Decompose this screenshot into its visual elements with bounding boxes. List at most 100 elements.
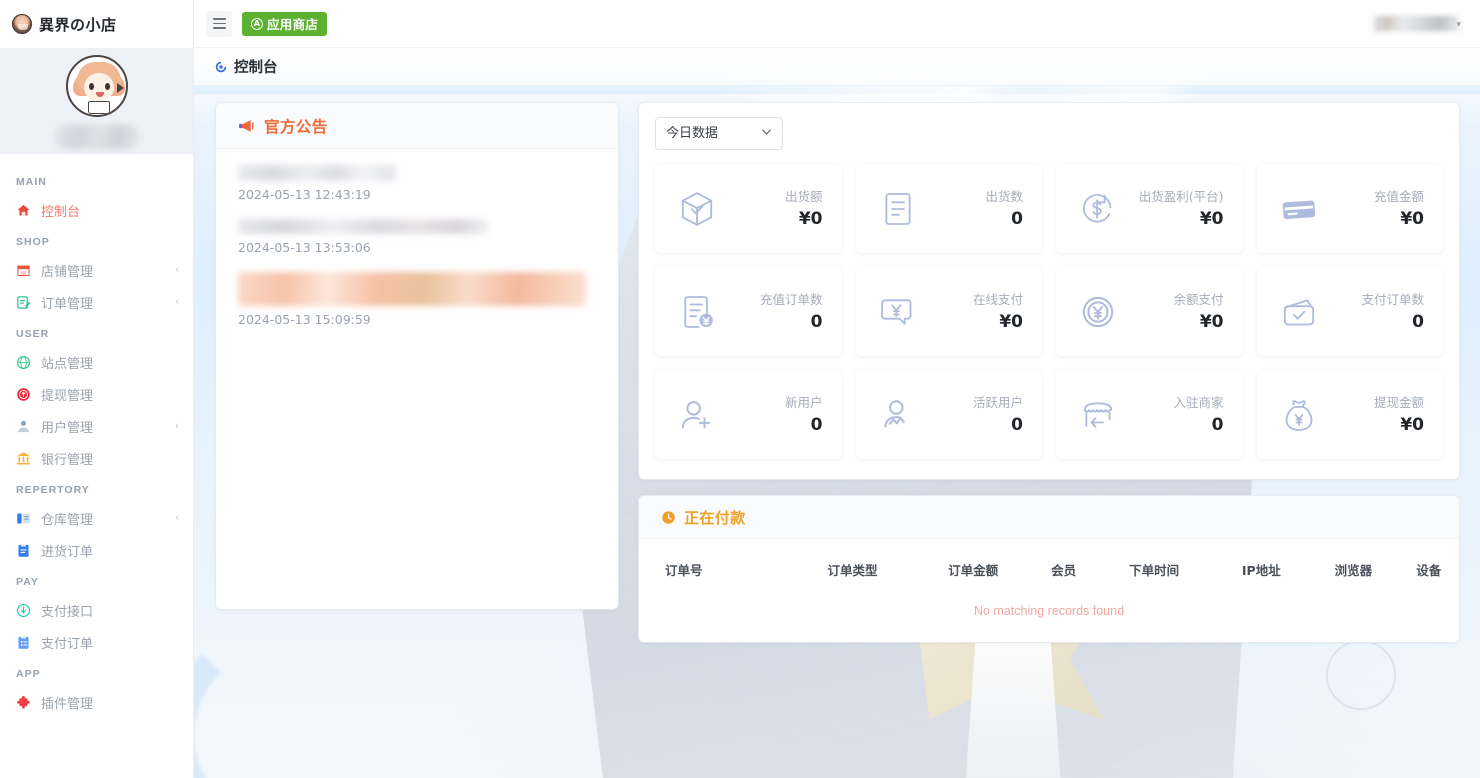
table-empty-message: No matching records found (973, 604, 1125, 618)
yen-screen-icon (878, 292, 918, 332)
announcement-item[interactable]: 2024-05-13 15:09:59 (238, 272, 596, 327)
sidebar-item-站点管理[interactable]: 站点管理 (0, 346, 193, 378)
stat-text: 余额支付 ¥0 (1173, 291, 1223, 333)
stat-card-充值金额[interactable]: 充值金额 ¥0 (1256, 164, 1443, 253)
table-column-header[interactable]: 浏览器 (1308, 545, 1398, 592)
dashboard-icon (215, 61, 227, 72)
stat-label: 在线支付 (972, 291, 1023, 307)
table-column-header[interactable]: 订单类型 (792, 545, 913, 592)
table-header-row: 订单号 订单类型 订单金额 会员 下单时间 IP地址 浏览器 设备 (639, 545, 1459, 592)
table-column-header[interactable]: 会员 (1034, 545, 1094, 592)
stat-card-活跃用户[interactable]: 活跃用户 0 (855, 370, 1042, 459)
store-enter-icon (1078, 395, 1118, 435)
paying-orders-card: 正在付款 订单号 订单类型 订单金额 会员 下单时间 IP地址 浏览器 设备 No match… (639, 496, 1459, 642)
stat-text: 新用户 0 (785, 394, 823, 436)
stat-text: 活跃用户 0 (973, 394, 1023, 436)
sidebar-item-label: 控制台 (41, 204, 81, 220)
stat-value: 0 (1412, 312, 1424, 333)
nav-group-title-user: USER (16, 328, 50, 340)
brand-header[interactable]: 異界の小店 (0, 0, 193, 48)
announcement-content-redacted (238, 272, 586, 306)
stat-card-充值订单数[interactable]: 充值订单数 0 (655, 267, 842, 356)
sidebar-item-插件管理[interactable]: 插件管理 (0, 686, 193, 718)
chevron-left-icon[interactable]: ‹ (175, 264, 179, 276)
home-icon (16, 203, 31, 218)
chevron-left-icon[interactable]: ‹ (175, 420, 179, 432)
yen-coin-icon (1078, 292, 1118, 332)
stats-card: 今日数据 出货额 ¥0 出货数 0 出货盈利(平台) ¥0 充值金额 ¥0 充值订单数 0 在线支付… (639, 103, 1459, 479)
user-menu[interactable]: ▾ (1368, 11, 1464, 36)
refund-dollar-icon (1078, 189, 1118, 229)
stat-card-提现金额[interactable]: 提现金额 ¥0 (1256, 370, 1443, 459)
sidebar-item-订单管理[interactable]: 订单管理 ‹ (0, 286, 193, 318)
sidebar-item-仓库管理[interactable]: 仓库管理 ‹ (0, 502, 193, 534)
store-icon (16, 263, 31, 278)
stat-card-出货盈利(平台)[interactable]: 出货盈利(平台) ¥0 (1056, 164, 1243, 253)
paying-orders-title: 正在付款 (684, 508, 746, 527)
box-check-icon (677, 189, 717, 229)
sidebar-nav: MAIN 控制台 SHOP 店铺管理 ‹ 订单管理 ‹ USER 站点管理 提现管理 用户管理 ‹ 银行… (0, 154, 193, 718)
table-column-header[interactable]: 设备 (1399, 545, 1459, 592)
bank-icon (16, 451, 31, 466)
stat-text: 充值订单数 0 (760, 291, 823, 333)
announcement-item[interactable]: 2024-05-13 12:43:19 (238, 165, 596, 202)
brand-title: 異界の小店 (39, 15, 117, 34)
sidebar-item-提现管理[interactable]: 提现管理 (0, 378, 193, 410)
stat-card-出货额[interactable]: 出货额 ¥0 (655, 164, 842, 253)
table-column-header[interactable]: IP地址 (1214, 545, 1308, 592)
sidebar-item-支付接口[interactable]: 支付接口 (0, 594, 193, 626)
hamburger-icon[interactable] (206, 10, 232, 37)
right-column: 今日数据 出货额 ¥0 出货数 0 出货盈利(平台) ¥0 充值金额 ¥0 充值订单数 0 在线支付… (639, 103, 1459, 642)
appstore-button[interactable]: A 应用商店 (242, 11, 328, 36)
clock-icon (662, 510, 675, 524)
sidebar-item-进货订单[interactable]: 进货订单 (0, 534, 193, 566)
sidebar-item-label: 仓库管理 (41, 512, 94, 528)
main-area: A 应用商店 ▾ 控制台 官方公告 2024-05-13 12:43:19 20… (194, 0, 1480, 778)
stat-label: 提现金额 (1373, 394, 1424, 410)
nav-group-title-repertory: REPERTORY (16, 484, 90, 496)
chevron-left-icon[interactable]: ‹ (175, 296, 179, 308)
nav-group-title-shop: SHOP (16, 236, 50, 248)
stat-card-支付订单数[interactable]: 支付订单数 0 (1256, 267, 1443, 356)
stat-card-出货数[interactable]: 出货数 0 (855, 164, 1042, 253)
announcement-item[interactable]: 2024-05-13 13:53:06 (238, 219, 596, 255)
stat-label: 出货数 (985, 188, 1023, 204)
sidebar-item-label: 银行管理 (41, 452, 94, 468)
breadcrumb: 控制台 (194, 48, 1480, 86)
sidebar-item-label: 支付订单 (41, 636, 94, 652)
chevron-down-icon: ▾ (1456, 18, 1461, 29)
table-column-header[interactable]: 订单号 (639, 545, 792, 592)
username-redacted-topbar (1374, 16, 1458, 31)
left-column: 官方公告 2024-05-13 12:43:19 2024-05-13 13:53… (216, 103, 618, 609)
globe-icon (16, 355, 31, 370)
sidebar-item-店铺管理[interactable]: 店铺管理 ‹ (0, 254, 193, 286)
sidebar-item-银行管理[interactable]: 银行管理 (0, 442, 193, 474)
invoice-yen-icon (677, 292, 717, 332)
puzzle-icon (16, 695, 31, 710)
table-column-header[interactable]: 订单金额 (913, 545, 1034, 592)
announcement-content-redacted (238, 219, 488, 234)
user-plus-icon (677, 395, 717, 435)
stat-card-余额支付[interactable]: 余额支付 ¥0 (1056, 267, 1243, 356)
appstore-button-label: 应用商店 (267, 17, 319, 32)
sidebar-item-用户管理[interactable]: 用户管理 ‹ (0, 410, 193, 442)
announcement-header: 官方公告 (216, 103, 618, 149)
user-avatar-icon[interactable] (65, 55, 128, 117)
announcement-title: 官方公告 (264, 117, 328, 136)
stat-value: 0 (810, 312, 823, 333)
stat-card-在线支付[interactable]: 在线支付 ¥0 (855, 267, 1042, 356)
sidebar-item-支付订单[interactable]: 支付订单 (0, 626, 193, 658)
stat-value: 0 (1211, 415, 1224, 436)
period-select[interactable]: 今日数据 (655, 117, 783, 150)
stat-value: ¥0 (1199, 312, 1224, 333)
sidebar-item-控制台[interactable]: 控制台 (0, 194, 193, 226)
period-filter[interactable]: 今日数据 (655, 117, 783, 150)
sidebar-item-label: 站点管理 (41, 356, 94, 372)
stat-card-新用户[interactable]: 新用户 0 (655, 370, 842, 459)
table-empty-row: No matching records found (639, 592, 1459, 626)
chevron-left-icon[interactable]: ‹ (175, 512, 179, 524)
stat-text: 在线支付 ¥0 (973, 291, 1023, 333)
table-column-header[interactable]: 下单时间 (1094, 545, 1215, 592)
announcement-date: 2024-05-13 12:43:19 (238, 187, 371, 202)
stat-card-入驻商家[interactable]: 入驻商家 0 (1056, 370, 1243, 459)
